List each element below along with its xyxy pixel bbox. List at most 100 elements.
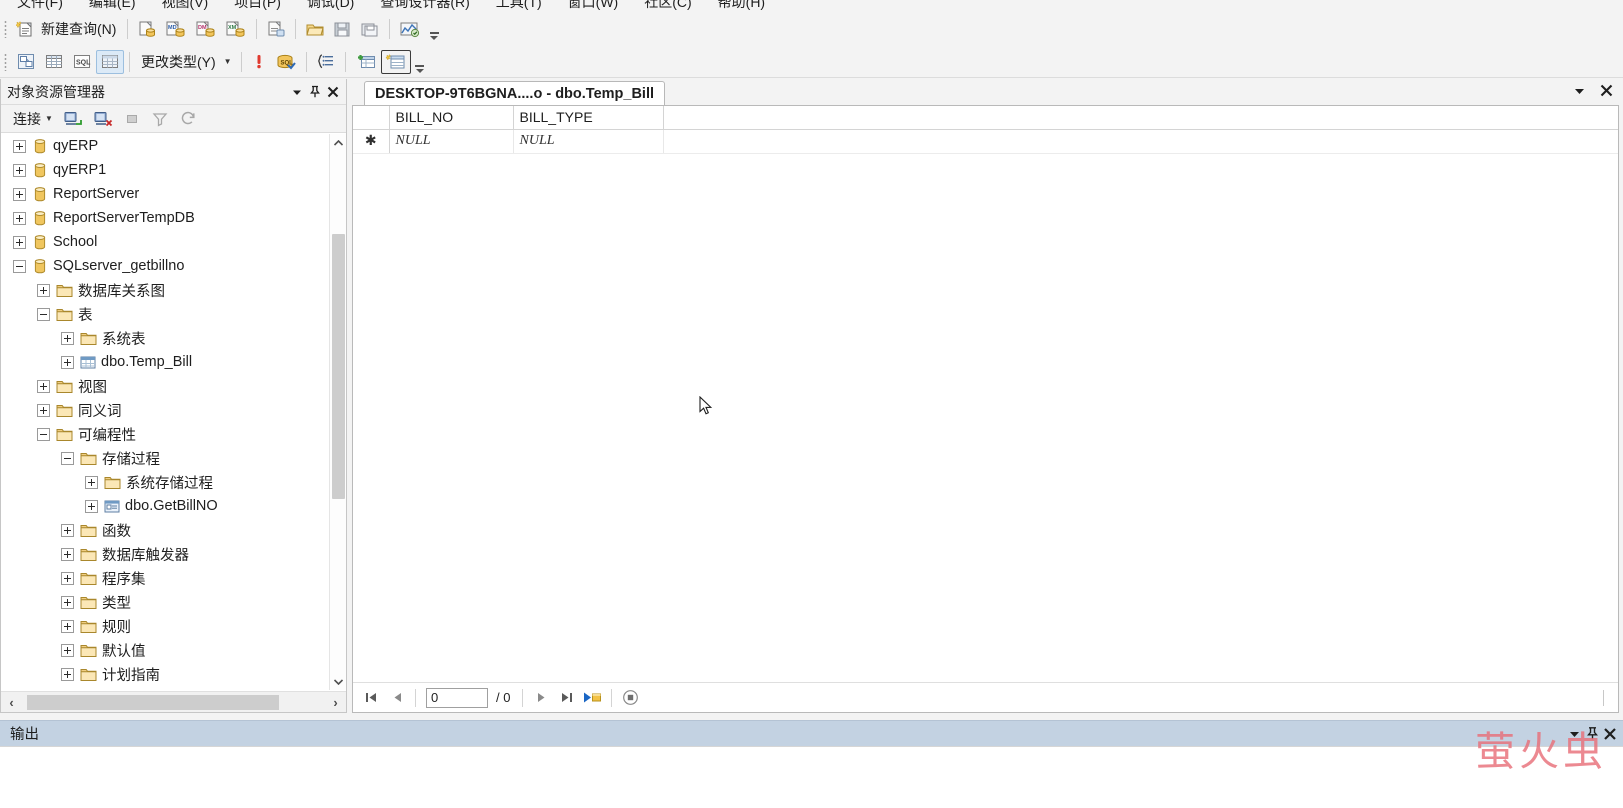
new-query-button[interactable]: 新建查询(N) xyxy=(12,17,122,41)
add-table-button[interactable] xyxy=(351,50,381,74)
toolbar-grip-2[interactable] xyxy=(4,52,7,71)
new-database-engine-query-button[interactable] xyxy=(133,17,161,41)
window-position-dropdown-icon[interactable] xyxy=(1565,725,1583,743)
show-sql-pane-button[interactable]: SQL xyxy=(68,50,96,74)
save-button[interactable] xyxy=(329,17,356,41)
tree-node[interactable]: 数据库触发器 xyxy=(1,542,329,566)
tree-node[interactable]: qyERP xyxy=(1,134,329,158)
collapse-node-icon[interactable] xyxy=(37,427,50,441)
connect-button[interactable]: 连接 ▼ xyxy=(7,108,57,130)
move-last-button[interactable] xyxy=(555,687,579,709)
tree-hscrollbar-thumb[interactable] xyxy=(27,695,279,710)
close-icon[interactable] xyxy=(1601,725,1619,743)
tree-horizontal-scrollbar[interactable]: ‹ › xyxy=(1,691,346,712)
expand-node-icon[interactable] xyxy=(37,283,50,297)
results-data-grid[interactable]: BILL_NO BILL_TYPE ✱ NULL NULL xyxy=(353,106,1618,154)
auto-hide-pin-icon[interactable] xyxy=(1583,725,1601,743)
grid-row-header-corner[interactable] xyxy=(353,106,390,130)
move-next-button[interactable] xyxy=(529,687,553,709)
show-diagram-pane-button[interactable] xyxy=(12,50,40,74)
table-row[interactable]: ✱ NULL NULL xyxy=(353,129,1618,154)
grid-column-header-bill-type[interactable]: BILL_TYPE xyxy=(513,106,664,130)
tree-node[interactable]: SQLserver_getbillno xyxy=(1,254,329,278)
expand-node-icon[interactable] xyxy=(61,595,74,609)
menu-item-community[interactable]: 社区(C) xyxy=(631,0,704,12)
new-row-marker[interactable]: ✱ xyxy=(353,129,390,154)
expand-node-icon[interactable] xyxy=(61,571,74,585)
change-type-button[interactable]: 更改类型(Y) ▼ xyxy=(135,50,236,74)
menu-item-view[interactable]: 视图(V) xyxy=(149,0,222,12)
menu-item-tools[interactable]: 工具(T) xyxy=(483,0,555,12)
results-grid-region[interactable]: BILL_NO BILL_TYPE ✱ NULL NULL 0 / 0 xyxy=(352,105,1619,713)
expand-node-icon[interactable] xyxy=(85,475,98,489)
tree-node[interactable]: ReportServer xyxy=(1,182,329,206)
menu-item-window[interactable]: 窗口(W) xyxy=(555,0,632,12)
cell-bill-no[interactable]: NULL xyxy=(389,129,514,154)
tree-node[interactable]: 类型 xyxy=(1,590,329,614)
verify-sql-syntax-button[interactable]: SQL xyxy=(271,50,301,74)
toolbar-overflow-button-2[interactable] xyxy=(413,49,427,75)
object-explorer-tree[interactable]: qyERP qyERP1 ReportServer ReportServerTe… xyxy=(1,134,346,690)
tree-node[interactable]: 视图 xyxy=(1,374,329,398)
menu-item-help[interactable]: 帮助(H) xyxy=(705,0,778,12)
tree-node[interactable]: 存储过程 xyxy=(1,446,329,470)
stop-execution-button[interactable] xyxy=(618,687,642,709)
tree-node[interactable]: 系统表 xyxy=(1,326,329,350)
grid-column-header-bill-no[interactable]: BILL_NO xyxy=(389,106,514,130)
auto-hide-pin-icon[interactable] xyxy=(306,83,324,101)
disconnect-object-explorer-button[interactable] xyxy=(89,107,117,131)
tree-node[interactable]: 系统存储过程 xyxy=(1,470,329,494)
tree-node[interactable]: 函数 xyxy=(1,518,329,542)
tree-node[interactable]: ReportServerTempDB xyxy=(1,206,329,230)
open-file-button[interactable] xyxy=(301,17,329,41)
tree-node[interactable]: 数据库关系图 xyxy=(1,278,329,302)
add-group-by-button[interactable] xyxy=(312,50,340,74)
new-analysis-services-xmla-query-button[interactable]: XM xyxy=(221,17,251,41)
close-icon[interactable] xyxy=(324,83,342,101)
close-document-icon[interactable] xyxy=(1597,81,1615,99)
menu-item-file[interactable]: 文件(F) xyxy=(4,0,76,12)
scroll-down-icon[interactable] xyxy=(330,673,346,690)
move-first-button[interactable] xyxy=(359,687,383,709)
tree-node[interactable]: 计划指南 xyxy=(1,662,329,686)
current-row-input[interactable] xyxy=(426,687,488,708)
tree-node[interactable]: 同义词 xyxy=(1,398,329,422)
expand-node-icon[interactable] xyxy=(37,403,50,417)
expand-node-icon[interactable] xyxy=(85,499,98,513)
scroll-left-icon[interactable]: ‹ xyxy=(1,692,22,712)
show-results-pane-button[interactable] xyxy=(96,49,124,74)
tree-vertical-scrollbar[interactable] xyxy=(329,134,346,690)
output-content[interactable] xyxy=(0,746,1623,808)
expand-node-icon[interactable] xyxy=(61,643,74,657)
document-tab-temp-bill[interactable]: DESKTOP-9T6BGNA....o - dbo.Temp_Bill xyxy=(364,81,666,105)
new-analysis-services-mdx-query-button[interactable]: MD xyxy=(161,17,191,41)
scroll-right-icon[interactable]: › xyxy=(325,692,346,712)
tree-node[interactable]: 默认值 xyxy=(1,638,329,662)
add-new-row-button[interactable] xyxy=(581,687,605,709)
expand-node-icon[interactable] xyxy=(61,667,74,681)
new-sql-server-compact-query-button[interactable] xyxy=(262,17,290,41)
toolbar-grip[interactable] xyxy=(4,20,7,38)
menu-item-query-designer[interactable]: 查询设计器(R) xyxy=(367,0,482,12)
tree-node[interactable]: 可编程性 xyxy=(1,422,329,446)
expand-node-icon[interactable] xyxy=(13,235,26,249)
execute-sql-button[interactable] xyxy=(247,50,271,74)
new-analysis-services-dmx-query-button[interactable]: DM xyxy=(191,17,221,41)
tree-node[interactable]: 规则 xyxy=(1,614,329,638)
expand-node-icon[interactable] xyxy=(61,355,74,369)
tab-list-dropdown-icon[interactable] xyxy=(1570,81,1588,99)
tree-node[interactable]: qyERP1 xyxy=(1,158,329,182)
tree-scrollbar-thumb[interactable] xyxy=(332,234,345,499)
activity-monitor-button[interactable] xyxy=(395,17,425,41)
expand-node-icon[interactable] xyxy=(37,379,50,393)
menu-item-edit[interactable]: 编辑(E) xyxy=(76,0,149,12)
tree-node[interactable]: 程序集 xyxy=(1,566,329,590)
tree-node[interactable]: dbo.Temp_Bill xyxy=(1,350,329,374)
tree-node[interactable]: 表 xyxy=(1,302,329,326)
tree-node[interactable]: dbo.GetBillNO xyxy=(1,494,329,518)
cell-bill-type[interactable]: NULL xyxy=(513,129,664,154)
show-criteria-pane-button[interactable] xyxy=(40,50,68,74)
expand-node-icon[interactable] xyxy=(61,547,74,561)
tree-node[interactable]: School xyxy=(1,230,329,254)
connect-object-explorer-button[interactable] xyxy=(59,107,87,131)
